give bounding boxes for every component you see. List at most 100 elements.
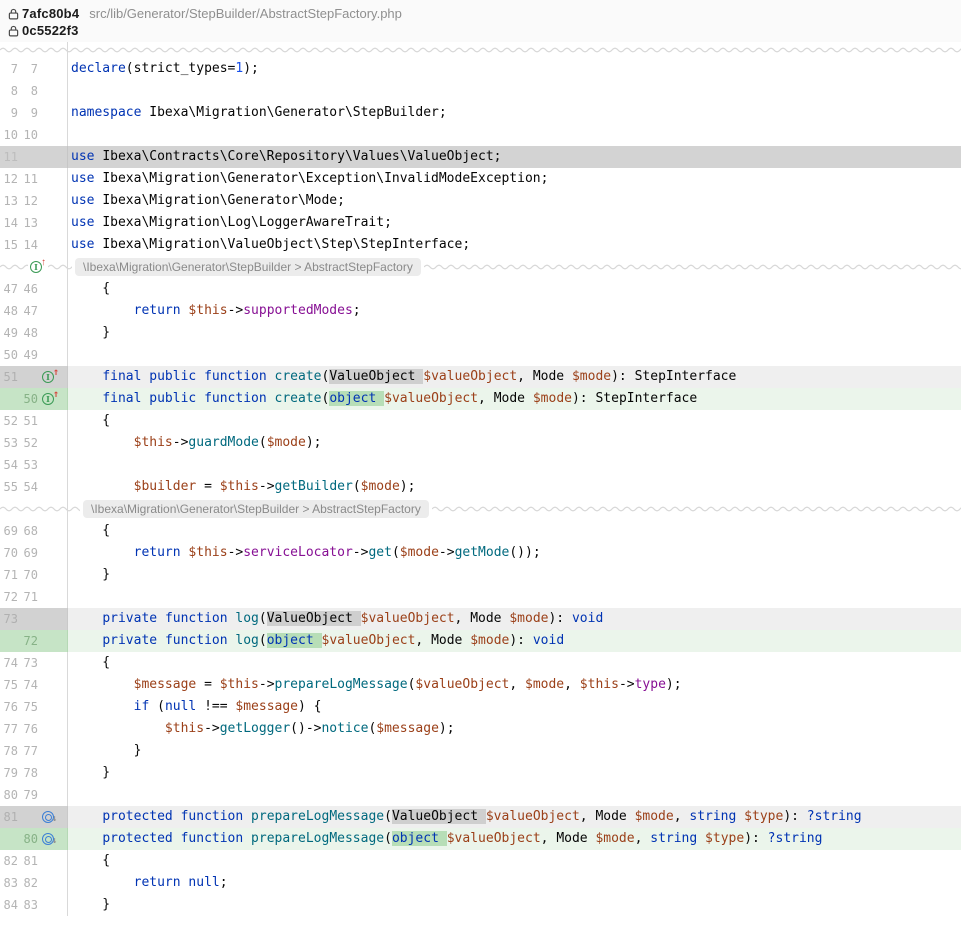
code-line[interactable]: [68, 124, 961, 146]
code-line[interactable]: {: [68, 520, 961, 542]
code-token: Mode: [595, 809, 626, 824]
code-token: guardMode: [188, 435, 258, 450]
old-line-number: 82: [0, 854, 18, 868]
code-line[interactable]: [68, 586, 961, 608]
code-token: [71, 391, 102, 406]
code-token: ;: [462, 237, 470, 252]
code-line[interactable]: use Ibexa\Migration\Generator\Exception\…: [68, 168, 961, 190]
collapsed-lines-separator[interactable]: I↑\Ibexa\Migration\Generator\StepBuilder…: [0, 256, 961, 278]
code-token: ,: [415, 633, 431, 648]
code-line[interactable]: namespace Ibexa\Migration\Generator\Step…: [68, 102, 961, 124]
gutter-icon-slot: ↓: [38, 811, 67, 823]
code-token: [196, 391, 204, 406]
new-line-number: 9: [18, 106, 38, 120]
overridden-method-icon[interactable]: ↓: [42, 833, 57, 845]
gutter: 99: [0, 102, 68, 124]
code-token: get: [368, 545, 391, 560]
collapsed-lines-separator[interactable]: [0, 42, 961, 58]
code-token: use: [71, 237, 94, 252]
code-line[interactable]: return $this->supportedModes;: [68, 300, 961, 322]
code-token: [173, 831, 181, 846]
implements-method-icon[interactable]: I↑: [42, 393, 59, 405]
code-token: ;: [337, 193, 345, 208]
code-line[interactable]: }: [68, 894, 961, 916]
code-token: namespace: [71, 105, 141, 120]
new-line-number: 80: [18, 832, 38, 846]
code-token: ) {: [298, 699, 321, 714]
code-token: prepareLogMessage: [251, 809, 384, 824]
implements-method-icon[interactable]: I↑: [42, 371, 59, 383]
code-line[interactable]: {: [68, 278, 961, 300]
code-token: [71, 721, 165, 736]
gutter: 50I↑: [0, 388, 68, 410]
diff-row: 8483 }: [0, 894, 961, 916]
gutter: 4847: [0, 300, 68, 322]
wave-separator-line: [0, 44, 961, 56]
overridden-method-icon[interactable]: ↓: [42, 811, 57, 823]
code-token: ->: [353, 545, 369, 560]
lock-icon: [8, 25, 22, 37]
code-line[interactable]: {: [68, 652, 961, 674]
code-line[interactable]: [68, 80, 961, 102]
code-token: function: [165, 611, 228, 626]
code-line[interactable]: use Ibexa\Migration\Log\LoggerAwareTrait…: [68, 212, 961, 234]
code-token: [267, 391, 275, 406]
code-token: ()->: [290, 721, 321, 736]
code-line[interactable]: final public function create(object $val…: [68, 388, 961, 410]
code-line[interactable]: $this->guardMode($mode);: [68, 432, 961, 454]
code-line[interactable]: use Ibexa\Contracts\Core\Repository\Valu…: [68, 146, 961, 168]
code-line[interactable]: private function log(ValueObject $valueO…: [68, 608, 961, 630]
code-line[interactable]: return null;: [68, 872, 961, 894]
gutter: 5453: [0, 454, 68, 476]
code-line[interactable]: final public function create(ValueObject…: [68, 366, 961, 388]
old-line-number: 9: [0, 106, 18, 120]
gutter: 8281: [0, 850, 68, 872]
code-token: $valueObject: [486, 809, 580, 824]
code-token: Ibexa\Migration\Log\LoggerAwareTrait: [102, 215, 384, 230]
code-token: {: [71, 413, 110, 428]
code-line[interactable]: {: [68, 850, 961, 872]
code-line[interactable]: return $this->serviceLocator->get($mode-…: [68, 542, 961, 564]
code-line[interactable]: [68, 454, 961, 476]
diff-row: 8079: [0, 784, 961, 806]
gutter: 4948: [0, 322, 68, 344]
code-line[interactable]: }: [68, 564, 961, 586]
code-line[interactable]: $builder = $this->getBuilder($mode);: [68, 476, 961, 498]
implements-method-icon[interactable]: I↑: [30, 261, 46, 273]
code-line[interactable]: [68, 784, 961, 806]
code-token: ->: [619, 677, 635, 692]
diff-row: 11use Ibexa\Contracts\Core\Repository\Va…: [0, 146, 961, 168]
code-token: !==: [196, 699, 235, 714]
code-line[interactable]: protected function prepareLogMessage(Val…: [68, 806, 961, 828]
new-line-number: 54: [18, 480, 38, 494]
diff-row: 4948 }: [0, 322, 961, 344]
code-token: $mode: [525, 677, 564, 692]
code-line[interactable]: }: [68, 740, 961, 762]
code-line[interactable]: {: [68, 410, 961, 432]
code-token: prepareLogMessage: [275, 677, 408, 692]
code-line[interactable]: }: [68, 322, 961, 344]
code-token: [71, 699, 134, 714]
new-line-number: 83: [18, 898, 38, 912]
code-line[interactable]: }: [68, 762, 961, 784]
code-token: ,: [478, 391, 494, 406]
code-line[interactable]: $this->getLogger()->notice($message);: [68, 718, 961, 740]
code-token: ):: [548, 611, 571, 626]
gutter: 7069: [0, 542, 68, 564]
code-line[interactable]: use Ibexa\Migration\ValueObject\Step\Ste…: [68, 234, 961, 256]
code-line[interactable]: protected function prepareLogMessage(obj…: [68, 828, 961, 850]
code-line[interactable]: declare(strict_types=1);: [68, 58, 961, 80]
code-token: function: [165, 633, 228, 648]
gutter: 5251: [0, 410, 68, 432]
diff-row: 1312use Ibexa\Migration\Generator\Mode;: [0, 190, 961, 212]
code-line[interactable]: [68, 344, 961, 366]
code-line[interactable]: if (null !== $message) {: [68, 696, 961, 718]
code-line[interactable]: $message = $this->prepareLogMessage($val…: [68, 674, 961, 696]
code-token: object: [392, 831, 447, 846]
code-token: ,: [455, 611, 471, 626]
collapsed-lines-separator[interactable]: \Ibexa\Migration\Generator\StepBuilder >…: [0, 498, 961, 520]
code-line[interactable]: use Ibexa\Migration\Generator\Mode;: [68, 190, 961, 212]
code-token: [71, 677, 134, 692]
code-line[interactable]: private function log(object $valueObject…: [68, 630, 961, 652]
wave-separator-line: [0, 503, 80, 515]
